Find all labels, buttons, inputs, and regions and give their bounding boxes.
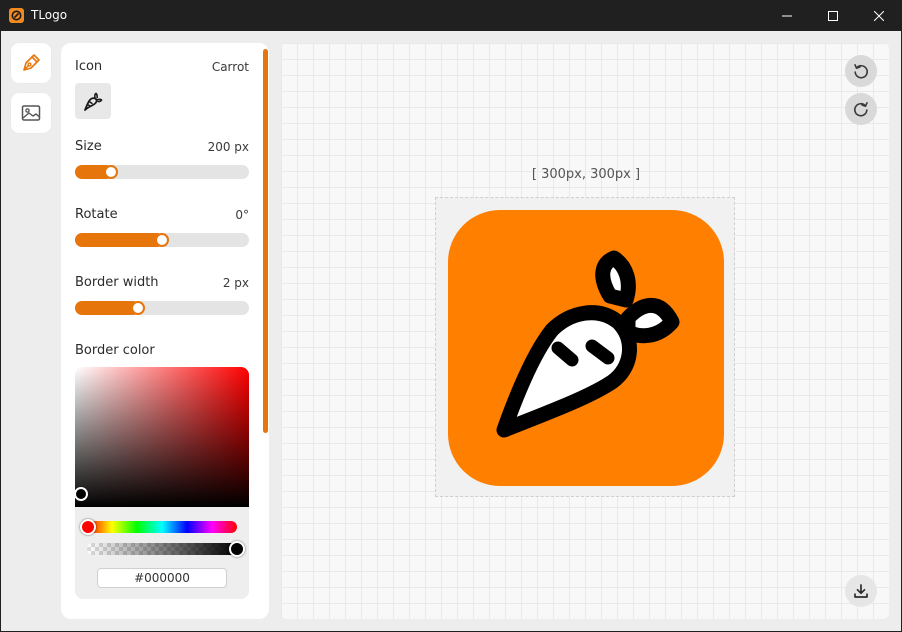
app-logo-icon	[9, 8, 24, 23]
hue-slider[interactable]	[87, 521, 237, 533]
rotate-slider-fill	[75, 233, 164, 247]
rotate-slider[interactable]	[75, 233, 249, 247]
carrot-icon	[84, 92, 103, 111]
logo-preview-frame	[435, 197, 735, 497]
border-width-label: Border width	[75, 275, 159, 290]
size-value: 200 px	[207, 140, 249, 154]
app-body: Icon Carrot Size 200 px Rotate 0° Border…	[1, 31, 901, 631]
maximize-icon	[828, 10, 838, 21]
window-title: TLogo	[31, 8, 68, 22]
alpha-slider-thumb[interactable]	[229, 541, 245, 557]
panel-scrollbar[interactable]	[263, 49, 268, 433]
size-label: Size	[75, 139, 102, 154]
carrot-logo-icon	[496, 250, 680, 438]
border-width-slider-thumb[interactable]	[131, 301, 145, 315]
icon-value: Carrot	[211, 60, 249, 74]
maximize-button[interactable]	[810, 0, 856, 31]
redo-button[interactable]	[845, 93, 877, 125]
color-picker: #000000	[75, 367, 249, 599]
icon-label: Icon	[75, 59, 103, 74]
hex-color-input[interactable]: #000000	[97, 568, 227, 588]
canvas-dimensions-label: [ 300px, 300px ]	[531, 167, 641, 182]
saturation-area[interactable]	[75, 367, 249, 507]
border-width-value: 2 px	[222, 276, 249, 290]
minimize-button[interactable]	[764, 0, 810, 31]
redo-icon	[854, 102, 868, 117]
border-width-slider[interactable]	[75, 301, 249, 315]
undo-button[interactable]	[845, 55, 877, 87]
border-color-label: Border color	[75, 343, 155, 358]
hue-slider-thumb[interactable]	[80, 519, 96, 535]
rotate-value: 0°	[235, 208, 249, 222]
rotate-label: Rotate	[75, 207, 118, 222]
close-button[interactable]	[856, 0, 902, 31]
background-editor-button[interactable]	[11, 93, 51, 133]
settings-panel: Icon Carrot Size 200 px Rotate 0° Border…	[61, 43, 269, 619]
download-button[interactable]	[845, 575, 877, 607]
title-bar: TLogo	[0, 0, 902, 31]
rotate-slider-thumb[interactable]	[155, 233, 169, 247]
image-icon	[21, 105, 41, 121]
canvas-area: [ 300px, 300px ]	[281, 43, 889, 619]
icon-editor-button[interactable]	[11, 43, 51, 83]
close-icon	[874, 10, 884, 21]
pen-nib-icon	[23, 54, 40, 71]
size-slider[interactable]	[75, 165, 249, 179]
minimize-icon	[782, 15, 792, 16]
size-slider-thumb[interactable]	[104, 165, 118, 179]
download-icon	[854, 584, 868, 598]
icon-select-button[interactable]	[75, 83, 111, 119]
undo-icon	[854, 64, 868, 79]
logo-preview[interactable]	[448, 210, 724, 486]
alpha-slider[interactable]	[87, 543, 237, 555]
